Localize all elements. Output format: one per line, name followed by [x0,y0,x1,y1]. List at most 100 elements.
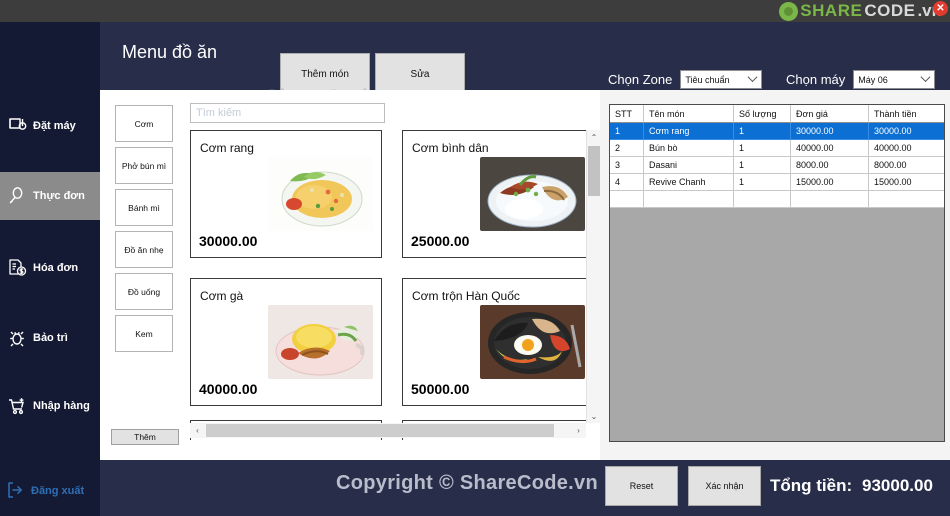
sidebar-item-thuc-don[interactable]: Thực đơn [0,172,100,220]
cell-thanh-tien: 40000.00 [869,140,944,157]
dish-name: Cơm gà [200,289,244,303]
bibimbap-photo [480,305,585,379]
cell-don-gia: 8000.00 [791,157,869,174]
footer-bar: Copyright © ShareCode.vn Reset Xác nhận … [100,460,950,516]
total-label: Tổng tiền: [770,476,853,495]
table-row-empty[interactable] [610,191,944,208]
scroll-right-icon[interactable]: › [571,423,586,438]
cell-thanh-tien: 8000.00 [869,157,944,174]
cell-ten-mon: Dasani [644,157,734,174]
dish-price: 50000.00 [411,381,470,397]
zone-label: Chọn Zone [608,72,673,87]
dish-price: 25000.00 [411,233,470,249]
sidebar-logout-label: Đăng xuất [31,485,85,497]
chicken-rice-photo [268,305,373,379]
sharecode-mark-icon [779,1,799,21]
cell-thanh-tien: 30000.00 [869,123,944,140]
scroll-down-icon[interactable]: ⌄ [587,409,601,423]
dish-grid-vertical-scrollbar[interactable]: ⌃ ⌄ [586,130,600,423]
cell-don-gia [791,191,869,208]
zone-selector-group: Chọn Zone Tiêu chuẩn [608,70,763,89]
sidebar-item-logout[interactable]: Đăng xuất [0,474,100,508]
sidebar-item-label: Hóa đơn [33,262,79,274]
cell-so-luong: 1 [734,174,791,191]
machine-select[interactable]: Máy 06 [853,70,936,89]
header-bar: Menu đồ ăn Thêm món Sửa ShareCode.vn Chọ… [100,22,950,109]
category-button-do-uong[interactable]: Đồ uống [115,273,173,310]
cell-thanh-tien [869,191,944,208]
dish-grid-horizontal-scrollbar[interactable]: ‹ › [190,423,586,438]
sidebar-item-label: Thực đơn [33,190,85,202]
chevron-down-icon [747,72,758,83]
spoon-icon [6,185,28,207]
sidebar-item-bao-tri[interactable]: Bảo trì [0,314,100,362]
sidebar-item-label: Đặt máy [33,120,76,132]
brand-code-text: CODE [864,1,916,20]
close-icon[interactable]: ✕ [933,1,948,16]
dish-card[interactable]: Cơm gà 40000.00 [190,278,382,406]
dish-card[interactable]: Cơm trộn Hàn Quốc 50000.00 [402,278,586,406]
chevron-down-icon [920,72,931,83]
zone-select[interactable]: Tiêu chuẩn [680,70,763,89]
machine-selector-group: Chọn máy Máy 06 [786,70,936,89]
cell-stt [610,191,644,208]
order-table[interactable]: STT Tên món Số lượng Đơn giá Thành tiền … [609,104,945,442]
column-header-ten-mon[interactable]: Tên món [644,105,734,123]
copyright-text: Copyright © ShareCode.vn [336,472,598,494]
confirm-button[interactable]: Xác nhận [688,466,761,506]
rice-plate-photo [480,157,585,231]
machine-select-value: Máy 06 [858,74,888,85]
table-row[interactable]: 2 Bún bò 1 40000.00 40000.00 [610,140,944,157]
search-input[interactable] [190,103,385,123]
sharecode-logo: SHARE CODE .vn [779,0,942,22]
cell-ten-mon: Revive Chanh [644,174,734,191]
table-row[interactable]: 1 Cơm rang 1 30000.00 30000.00 [610,123,944,140]
brand-share-text: SHARE [800,1,863,20]
cell-don-gia: 30000.00 [791,123,869,140]
cell-ten-mon: Bún bò [644,140,734,157]
dish-name: Cơm rang [200,141,254,155]
reset-button[interactable]: Reset [605,466,678,506]
logout-icon [6,481,26,502]
column-header-thanh-tien[interactable]: Thành tiền [869,105,944,123]
cell-stt: 2 [610,140,644,157]
category-button-pho-bun-mi[interactable]: Phở bún mì [115,147,173,184]
order-panel: STT Tên món Số lượng Đơn giá Thành tiền … [600,90,950,460]
dish-card[interactable]: Cơm bình dân 25000.00 [402,130,586,258]
dish-name: Cơm bình dân [412,141,489,155]
zone-select-value: Tiêu chuẩn [685,74,730,85]
fried-rice-photo [268,157,373,231]
horizontal-scroll-thumb[interactable] [206,424,554,437]
dish-card[interactable]: Cơm rang 30000.00 [190,130,382,258]
column-header-don-gia[interactable]: Đơn giá [791,105,869,123]
cell-stt: 3 [610,157,644,174]
app-window: SHARE CODE .vn ✕ Đặt máy Thực đơn Hóa đơ… [0,0,950,516]
table-row[interactable]: 3 Dasani 1 8000.00 8000.00 [610,157,944,174]
scroll-left-icon[interactable]: ‹ [190,423,205,438]
category-button-kem[interactable]: Kem [115,315,173,352]
menu-panel: Cơm Phở bún mì Bánh mì Đồ ăn nhẹ Đồ uống… [100,90,600,460]
category-button-do-an-nhe[interactable]: Đồ ăn nhẹ [115,231,173,268]
scroll-up-icon[interactable]: ⌃ [587,130,601,144]
column-header-so-luong[interactable]: Số lượng [734,105,791,123]
cell-ten-mon: Cơm rang [644,123,734,140]
category-button-com[interactable]: Cơm [115,105,173,142]
sidebar-item-label: Bảo trì [33,332,68,344]
sidebar-item-dat-may[interactable]: Đặt máy [0,102,100,150]
monitor-icon [6,115,28,137]
add-category-button[interactable]: Thêm [111,429,179,445]
invoice-icon [6,257,28,279]
category-button-banh-mi[interactable]: Bánh mì [115,189,173,226]
table-row[interactable]: 4 Revive Chanh 1 15000.00 15000.00 [610,174,944,191]
cell-stt: 1 [610,123,644,140]
sidebar-item-nhap-hang[interactable]: Nhập hàng [0,382,100,430]
sidebar-item-hoa-don[interactable]: Hóa đơn [0,244,100,292]
sidebar: Đặt máy Thực đơn Hóa đơn Bảo trì Nhập hà… [0,22,100,516]
dish-name: Cơm trộn Hàn Quốc [412,289,520,303]
vertical-scroll-thumb[interactable] [588,146,600,196]
cell-so-luong [734,191,791,208]
total-value: 93000.00 [862,476,933,495]
cell-so-luong: 1 [734,140,791,157]
dish-price: 40000.00 [199,381,258,397]
column-header-stt[interactable]: STT [610,105,644,123]
